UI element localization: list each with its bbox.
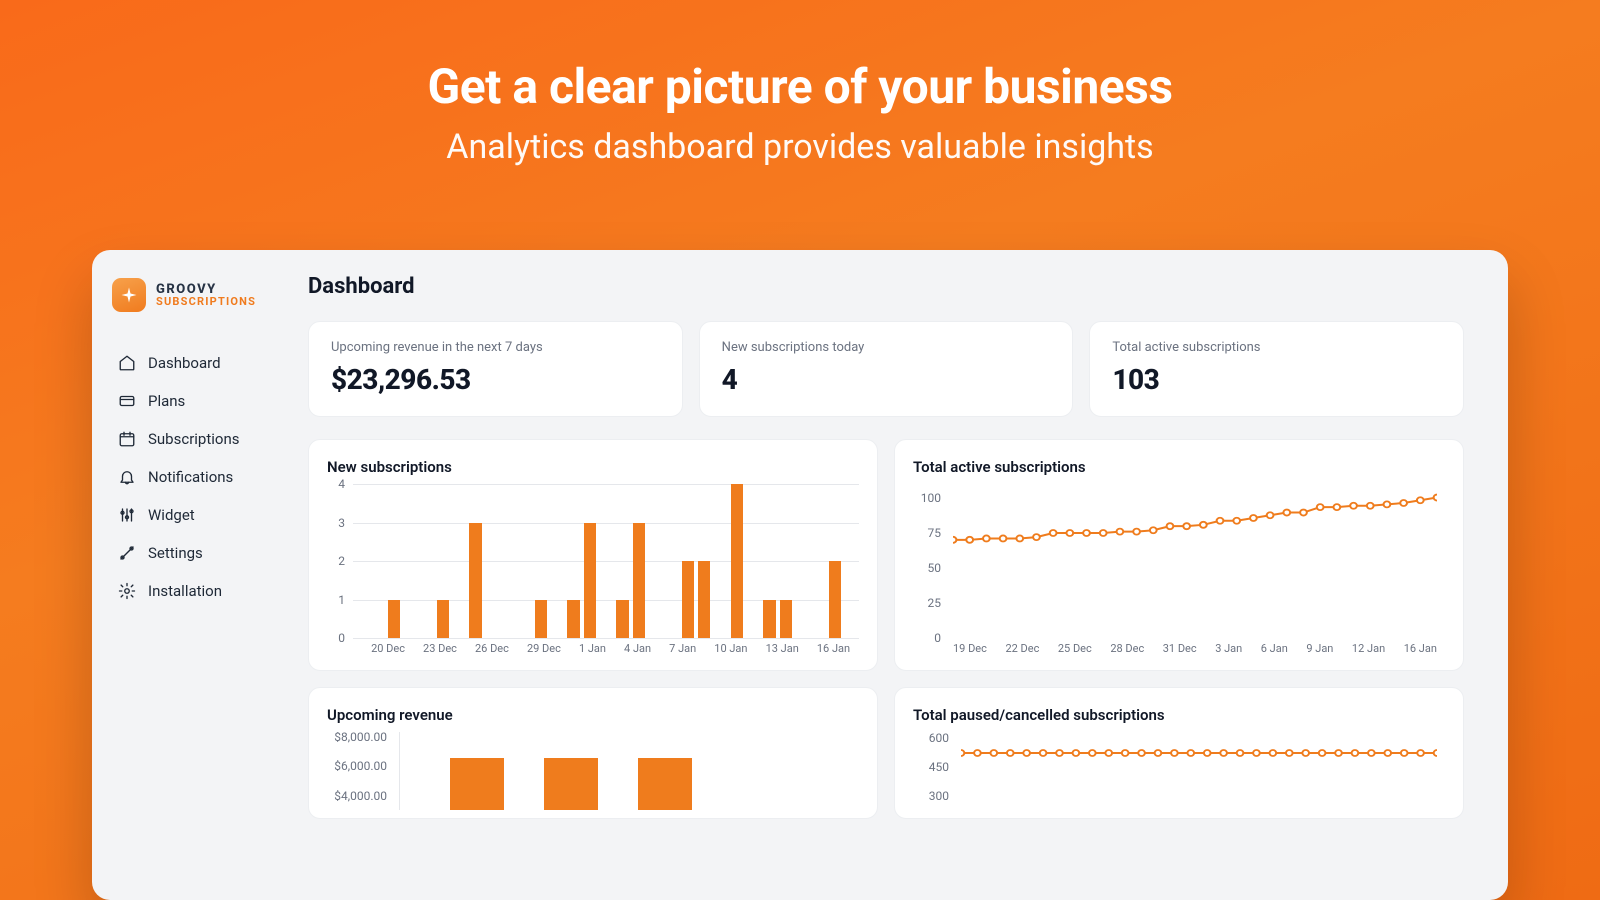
chart-paused-cancelled: Total paused/cancelled subscriptions 600… <box>894 687 1464 819</box>
sidebar-item-subscriptions[interactable]: Subscriptions <box>112 420 290 458</box>
stat-value: $23,296.53 <box>331 363 660 396</box>
sidebar-item-dashboard[interactable]: Dashboard <box>112 344 290 382</box>
sidebar-item-label: Widget <box>148 506 195 524</box>
main-content: Dashboard Upcoming revenue in the next 7… <box>308 250 1508 900</box>
chart-new-subscriptions: New subscriptions 01234 20 Dec23 Dec26 D… <box>308 439 878 671</box>
tools-icon <box>118 544 136 562</box>
stat-card-active-subscriptions: Total active subscriptions 103 <box>1089 321 1464 417</box>
calendar-icon <box>118 430 136 448</box>
home-icon <box>118 354 136 372</box>
stat-card-upcoming-revenue: Upcoming revenue in the next 7 days $23,… <box>308 321 683 417</box>
stat-label: Upcoming revenue in the next 7 days <box>331 340 660 355</box>
hero-title: Get a clear picture of your business <box>0 58 1600 115</box>
stat-label: New subscriptions today <box>722 340 1051 355</box>
stats-row: Upcoming revenue in the next 7 days $23,… <box>308 321 1464 417</box>
sidebar-item-plans[interactable]: Plans <box>112 382 290 420</box>
brand-logo: GROOVY SUBSCRIPTIONS <box>112 278 290 312</box>
chart-title: Upcoming revenue <box>327 706 859 724</box>
sidebar-item-label: Settings <box>148 544 203 562</box>
stat-label: Total active subscriptions <box>1112 340 1441 355</box>
stat-value: 4 <box>722 363 1051 396</box>
chart-title: New subscriptions <box>327 458 859 476</box>
brand-name-line2: SUBSCRIPTIONS <box>156 296 256 307</box>
page-title: Dashboard <box>308 274 1464 299</box>
sidebar-item-widget[interactable]: Widget <box>112 496 290 534</box>
line-chart-partial: 600450300 <box>913 732 1445 810</box>
chart-title: Total paused/cancelled subscriptions <box>913 706 1445 724</box>
sidebar-item-notifications[interactable]: Notifications <box>112 458 290 496</box>
sparkle-icon <box>112 278 146 312</box>
sidebar-item-label: Plans <box>148 392 185 410</box>
line-chart: 0255075100 19 Dec22 Dec25 Dec28 Dec31 De… <box>913 484 1445 662</box>
sidebar-item-installation[interactable]: Installation <box>112 572 290 610</box>
card-icon <box>118 392 136 410</box>
chart-total-active: Total active subscriptions 0255075100 19… <box>894 439 1464 671</box>
bar-chart-partial: $8,000.00$6,000.00$4,000.00 <box>327 732 859 810</box>
sliders-icon <box>118 506 136 524</box>
sidebar-item-label: Installation <box>148 582 222 600</box>
bar-chart: 01234 20 Dec23 Dec26 Dec29 Dec1 Jan4 Jan… <box>327 484 859 662</box>
chart-title: Total active subscriptions <box>913 458 1445 476</box>
sidebar: GROOVY SUBSCRIPTIONS Dashboard Plans Sub… <box>92 250 308 900</box>
sidebar-item-label: Dashboard <box>148 354 221 372</box>
sidebar-item-label: Notifications <box>148 468 233 486</box>
sidebar-item-label: Subscriptions <box>148 430 239 448</box>
hero-subtitle: Analytics dashboard provides valuable in… <box>0 127 1600 167</box>
gear-icon <box>118 582 136 600</box>
sidebar-item-settings[interactable]: Settings <box>112 534 290 572</box>
app-window: GROOVY SUBSCRIPTIONS Dashboard Plans Sub… <box>92 250 1508 900</box>
stat-value: 103 <box>1112 363 1441 396</box>
bell-icon <box>118 468 136 486</box>
charts-grid: New subscriptions 01234 20 Dec23 Dec26 D… <box>308 439 1464 819</box>
hero-banner: Get a clear picture of your business Ana… <box>0 0 1600 167</box>
chart-upcoming-revenue: Upcoming revenue $8,000.00$6,000.00$4,00… <box>308 687 878 819</box>
stat-card-new-subscriptions: New subscriptions today 4 <box>699 321 1074 417</box>
